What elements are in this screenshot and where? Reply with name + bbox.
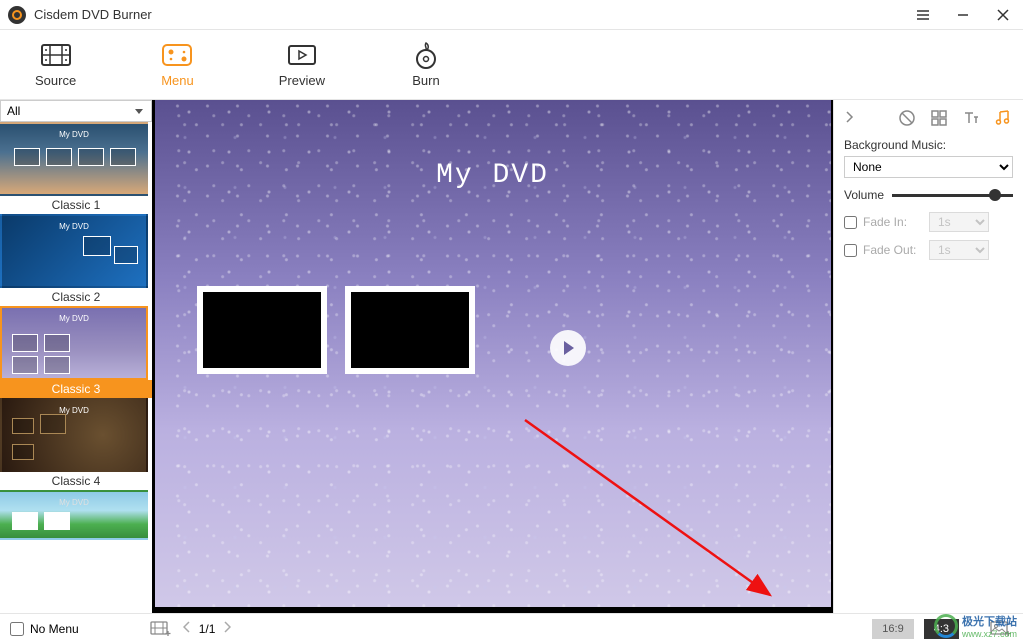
page-indicator: 1/1 <box>199 622 216 636</box>
main-toolbar: Source Menu Preview Burn <box>0 30 1023 100</box>
panel-tab-text[interactable] <box>961 108 981 128</box>
tab-preview[interactable]: Preview <box>279 41 325 88</box>
fade-in-select[interactable]: 1s <box>929 212 989 232</box>
template-item-classic-3[interactable]: My DVD Classic 3 <box>0 306 152 398</box>
tab-source-label: Source <box>35 73 76 88</box>
panel-tab-background[interactable] <box>897 108 917 128</box>
no-menu-checkbox[interactable] <box>10 622 24 636</box>
panel-collapse-button[interactable] <box>844 110 854 127</box>
template-label: Classic 4 <box>0 472 152 490</box>
bg-music-label: Background Music: <box>844 138 1013 152</box>
template-sidebar: All My DVD Classic 1 My DVD Cla <box>0 100 152 613</box>
bottom-bar: No Menu 1/1 16:9 4:3 <box>0 613 1023 643</box>
category-select-value: All <box>7 104 20 118</box>
bg-music-select[interactable]: None <box>844 156 1013 178</box>
fade-out-checkbox[interactable] <box>844 244 857 257</box>
page-prev-button[interactable] <box>183 621 191 636</box>
app-logo <box>8 6 26 24</box>
tab-menu[interactable]: Menu <box>161 41 194 88</box>
template-item-classic-1[interactable]: My DVD Classic 1 <box>0 122 152 214</box>
volume-slider[interactable] <box>892 194 1013 197</box>
template-item-classic-2[interactable]: My DVD Classic 2 <box>0 214 152 306</box>
menu-icon <box>161 41 193 69</box>
fade-in-label: Fade In: <box>863 215 923 229</box>
source-icon <box>40 41 72 69</box>
close-button[interactable] <box>991 3 1015 27</box>
aspect-ratio-16-9[interactable]: 16:9 <box>872 619 913 639</box>
tab-preview-label: Preview <box>279 73 325 88</box>
minimize-button[interactable] <box>951 3 975 27</box>
menu-preview-canvas[interactable]: My DVD <box>155 100 831 607</box>
volume-label: Volume <box>844 188 884 202</box>
play-button[interactable] <box>550 330 586 366</box>
tab-source[interactable]: Source <box>35 41 76 88</box>
fade-out-label: Fade Out: <box>863 243 923 257</box>
watermark: 极光下载站 www.xz7.com <box>934 613 1017 639</box>
template-label: Classic 3 <box>0 380 152 398</box>
burn-icon <box>410 41 442 69</box>
tab-burn[interactable]: Burn <box>410 41 442 88</box>
page-navigator: 1/1 <box>183 621 232 636</box>
hamburger-menu-button[interactable] <box>911 3 935 27</box>
panel-tab-music[interactable] <box>993 108 1013 128</box>
fade-out-select[interactable]: 1s <box>929 240 989 260</box>
menu-frame-2[interactable] <box>345 286 475 374</box>
add-video-button[interactable] <box>149 619 173 639</box>
tab-menu-label: Menu <box>161 73 194 88</box>
no-menu-label: No Menu <box>30 622 79 636</box>
no-menu-toggle[interactable]: No Menu <box>10 622 79 636</box>
app-title: Cisdem DVD Burner <box>34 7 152 22</box>
menu-frame-1[interactable] <box>197 286 327 374</box>
dvd-menu-title[interactable]: My DVD <box>155 160 831 191</box>
panel-tab-layout[interactable] <box>929 108 949 128</box>
template-item-5[interactable]: My DVD <box>0 490 152 540</box>
titlebar: Cisdem DVD Burner <box>0 0 1023 30</box>
template-list[interactable]: My DVD Classic 1 My DVD Classic 2 <box>0 122 152 613</box>
tab-burn-label: Burn <box>412 73 439 88</box>
preview-icon <box>286 41 318 69</box>
preview-area: My DVD <box>152 100 833 613</box>
template-item-classic-4[interactable]: My DVD Classic 4 <box>0 398 152 490</box>
properties-panel: Background Music: None Volume Fade In: 1… <box>833 100 1023 613</box>
template-label: Classic 2 <box>0 288 152 306</box>
fade-in-checkbox[interactable] <box>844 216 857 229</box>
category-select[interactable]: All <box>0 100 152 122</box>
template-label: Classic 1 <box>0 196 152 214</box>
page-next-button[interactable] <box>223 621 231 636</box>
